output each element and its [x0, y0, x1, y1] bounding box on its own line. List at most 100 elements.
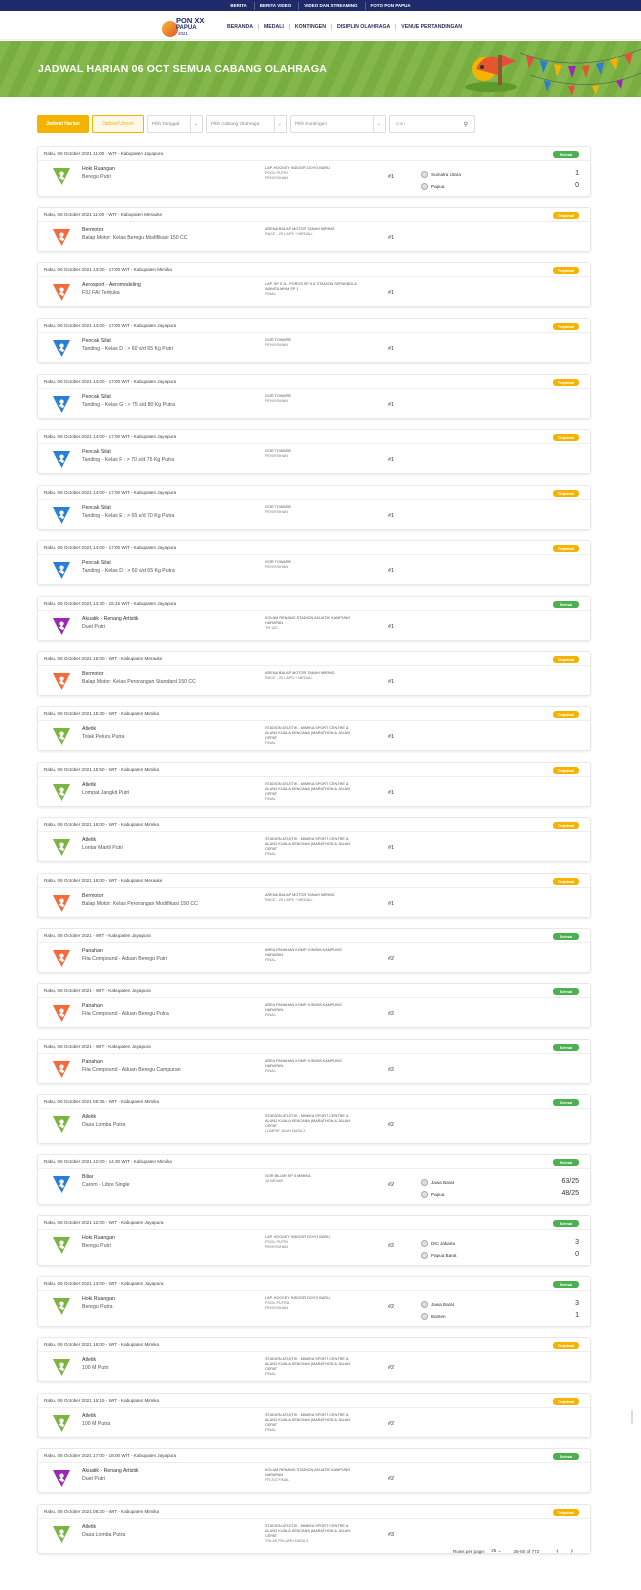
schedule-card[interactable]: Rabu, 06 October 2021 13:00 - WIT - Kabu… [37, 1276, 591, 1327]
schedule-card[interactable]: Rabu, 06 October 2021 - WIT - Kabupaten … [37, 983, 591, 1028]
venue-info: STADION ATLETIK - MIMIKA SPORT CENTRE & … [265, 837, 360, 857]
schedule-card[interactable]: Rabu, 06 October 2021 12:00 - WIT - Kabu… [37, 1215, 591, 1266]
event-name: Balap Motor: Kelas Perorangan Modifikasi… [82, 901, 198, 907]
round-number: #3 [388, 1532, 395, 1538]
team-score: 3 [575, 1239, 579, 1246]
scroll-indicator[interactable] [631, 1410, 633, 1424]
status-badge: Terjadwal [553, 711, 579, 718]
chevron-down-icon: ⌄ [372, 116, 381, 132]
venue-detail: 16 BESAR [265, 1179, 284, 1183]
venue-name: STADION ATLETIK - MIMIKA SPORT CENTRE & … [265, 1357, 350, 1371]
schedule-card[interactable]: Rabu, 06 October 2021 15:30 - WIT - Kabu… [37, 706, 591, 751]
sport-name: Bermotor [82, 227, 104, 233]
card-datetime: Rabu, 06 October 2021 16:00 - WIT - Kabu… [38, 818, 590, 832]
nav-kontingen[interactable]: KONTINGEN [288, 24, 331, 30]
topbar-link-berita-video[interactable]: BERITA VIDEO [253, 1, 297, 10]
team-flag-icon [421, 1191, 428, 1198]
topbar-link-berita[interactable]: BERITA [225, 2, 251, 10]
schedule-card[interactable]: Rabu, 06 October 2021 12:00 - 14:30 WIT … [37, 1154, 591, 1205]
sport-icon [52, 1060, 71, 1079]
main-nav: BERANDA MEDALI KONTINGEN DISIPLIN OLAHRA… [222, 24, 467, 30]
schedule-card[interactable]: Rabu, 06 October 2021 15:00 - WIT - Kabu… [37, 651, 591, 696]
status-badge: Terjadwal [553, 822, 579, 829]
team-flag-icon [421, 183, 428, 190]
schedule-card[interactable]: Rabu, 06 October 2021 17:00 - 18:00 WIT … [37, 1448, 591, 1493]
round-number: #2 [388, 1011, 395, 1017]
venue-detail: PENYISIHAN [265, 565, 288, 569]
venue-detail: PENYISIHAN [265, 399, 288, 403]
venue-info: STADION ATLETIK - MIMIKA SPORT CENTRE & … [265, 1524, 360, 1544]
sport-name: Panahan [82, 948, 103, 954]
date-select[interactable]: Pilih Tanggal ⌄ [147, 115, 203, 133]
card-datetime: Rabu, 06 October 2021 15:30 - WIT - Kabu… [38, 707, 590, 721]
team-score: 1 [575, 1312, 579, 1319]
venue-detail: RACE - 20 LAPS + MEDALI [265, 676, 313, 680]
sport-name: Hoki Ruangan [82, 1296, 115, 1302]
topbar-link-video-streaming[interactable]: VIDEO DAN STREAMING [298, 1, 362, 10]
venue-info: LAP. HOCKEY INDOOR DOYO BARU POOL PUTRA PE… [265, 1296, 360, 1311]
nav-venue[interactable]: VENUE PERTANDINGAN [395, 24, 467, 30]
rows-per-page-value: 25 [491, 1548, 497, 1553]
nav-disiplin[interactable]: DISIPLIN OLAHRAGA [330, 24, 395, 30]
prev-page-button[interactable]: ‹ [553, 1548, 561, 1555]
schedule-card[interactable]: Rabu, 06 October 2021 14:00 - 17:00 WIT … [37, 540, 591, 585]
contingent-select-label: Pilih Kontingen [295, 121, 328, 127]
rows-per-page-select[interactable]: 25 ⌄ [491, 1548, 501, 1554]
schedule-card[interactable]: Rabu, 06 October 2021 14:00 - 17:00 WIT … [37, 485, 591, 530]
team-entry: Jawa Barat [421, 1179, 454, 1186]
sport-select[interactable]: Pilih Cabang Olahraga ⌄ [206, 115, 287, 133]
schedule-card[interactable]: Rabu, 06 October 2021 - WIT - Kabupaten … [37, 1039, 591, 1084]
schedule-card[interactable]: Rabu, 06 October 2021 13:00 - 17:00 WIT … [37, 262, 591, 307]
nav-medali[interactable]: MEDALI [257, 24, 289, 30]
schedule-card[interactable]: Rabu, 06 October 2021 14:30 - 15:15 WIT … [37, 596, 591, 641]
site-header: PON XX PAPUA 2021 BERANDA MEDALI KONTING… [0, 11, 641, 40]
sport-icon [52, 561, 71, 580]
schedule-card[interactable]: Rabu, 06 October 2021 11:00 - WIT - Kabu… [37, 146, 591, 197]
daily-schedule-button[interactable]: Jadwal Harian [37, 115, 89, 133]
round-number: #2 [388, 1067, 395, 1073]
search-input[interactable]: Cari ⚲ [389, 115, 475, 133]
status-badge: Terjadwal [553, 434, 579, 441]
team-score: 0 [575, 1251, 579, 1258]
status-badge: Selesai [553, 988, 579, 995]
venue-info: STADION ATLETIK - MIMIKA SPORT CENTRE & … [265, 1357, 360, 1377]
team-name: Papua [431, 184, 445, 189]
round-number: #1 [388, 568, 395, 574]
status-badge: Terjadwal [553, 212, 579, 219]
schedule-card[interactable]: Rabu, 06 October 2021 16:00 - WIT - Kabu… [37, 873, 591, 918]
status-badge: Selesai [553, 1159, 579, 1166]
venue-detail: FINAL [265, 1372, 276, 1376]
sport-name: Atletik [82, 1114, 97, 1120]
next-page-button[interactable]: › [568, 1548, 576, 1555]
schedule-card[interactable]: Rabu, 06 October 2021 16:15 - WIT - Kabu… [37, 1393, 591, 1438]
team-score: 0 [575, 182, 579, 189]
venue-info: GOR BILIAR SP 5 MIMIKA 16 BESAR [265, 1174, 360, 1184]
venue-info: GOR TOWARE PENYISIHAN [265, 338, 360, 348]
sport-name: Pencak Silat [82, 394, 111, 400]
schedule-card[interactable]: Rabu, 06 October 2021 14:00 - 17:00 WIT … [37, 374, 591, 419]
schedule-card[interactable]: Rabu, 06 October 2021 15:50 - WIT - Kabu… [37, 762, 591, 807]
venue-detail: TR 120 [265, 626, 278, 630]
nav-beranda[interactable]: BERANDA [222, 24, 258, 30]
round-number: #1 [388, 290, 395, 296]
venue-detail: RACE - 20 LAPS + MEDALI [265, 232, 313, 236]
team-entry: DKI Jakarta [421, 1240, 455, 1247]
schedule-card[interactable]: Rabu, 06 October 2021 14:00 - 17:00 WIT … [37, 318, 591, 363]
pon-papua-logo[interactable]: PON XX PAPUA 2021 [162, 15, 204, 38]
contingent-select[interactable]: Pilih Kontingen ⌄ [290, 115, 386, 133]
venue-detail: TOLAK PELURU DASA 3 [265, 1539, 309, 1543]
round-number: #2 [388, 1304, 395, 1310]
sport-name: Biliar [82, 1174, 94, 1180]
schedule-card[interactable]: Rabu, 06 October 2021 08:35 - WIT - Kabu… [37, 1094, 591, 1144]
schedule-card[interactable]: Rabu, 06 October 2021 16:00 - WIT - Kabu… [37, 1337, 591, 1382]
card-datetime: Rabu, 06 October 2021 12:00 - 14:30 WIT … [38, 1155, 590, 1169]
sport-name: Atletik [82, 782, 97, 788]
schedule-card[interactable]: Rabu, 06 October 2021 16:00 - WIT - Kabu… [37, 817, 591, 862]
topbar-link-foto[interactable]: FOTO PON PAPUA [364, 1, 416, 10]
schedule-card[interactable]: Rabu, 06 October 2021 - WIT - Kabupaten … [37, 928, 591, 973]
general-schedule-button[interactable]: Jadwal Umum [92, 115, 144, 133]
schedule-card[interactable]: Rabu, 06 October 2021 14:00 - 17:00 WIT … [37, 429, 591, 474]
sport-icon [52, 783, 71, 802]
sport-name: Bermotor [82, 671, 104, 677]
schedule-card[interactable]: Rabu, 06 October 2021 11:00 - WIT - Kabu… [37, 207, 591, 252]
